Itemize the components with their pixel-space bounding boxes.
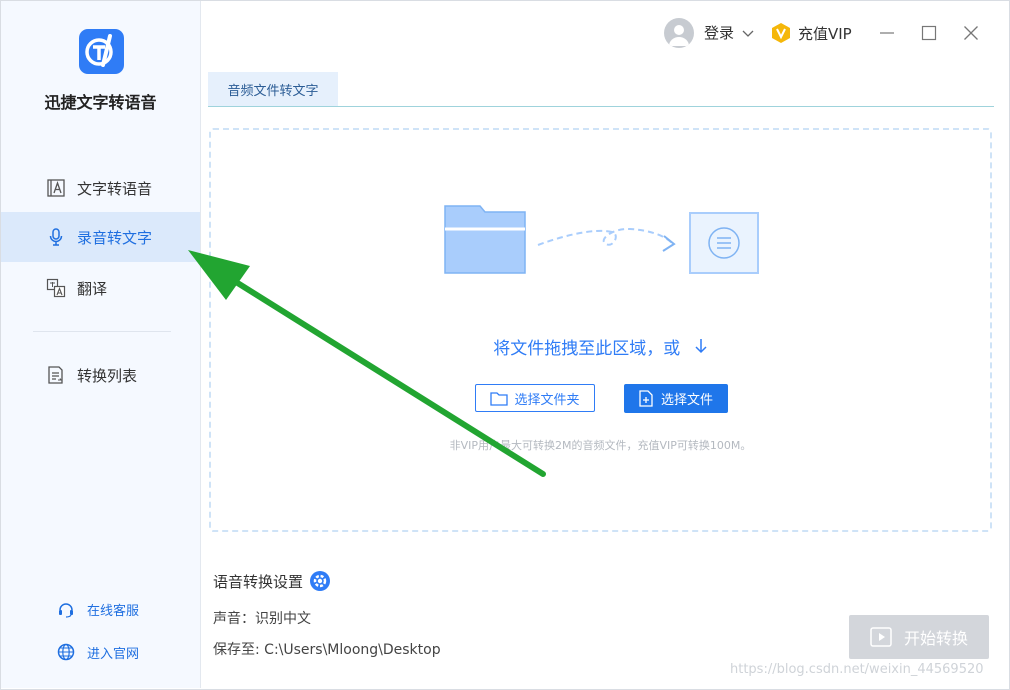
settings-title-text: 语音转换设置 (213, 572, 304, 591)
microphone-icon (45, 226, 67, 248)
translate-icon (45, 277, 67, 299)
sidebar-item-label: 翻译 (77, 279, 108, 298)
gear-icon[interactable] (309, 570, 331, 592)
official-site-link[interactable]: 进入官网 (55, 641, 139, 663)
sidebar: 迅捷文字转语音 文字转语音 录音转文字 翻译 转换列表 在线客服 进入官网 (1, 1, 201, 688)
settings-title: 语音转换设置 (213, 570, 331, 592)
sidebar-divider (33, 331, 171, 332)
headset-icon (55, 598, 77, 620)
start-conversion-label: 开始转换 (903, 629, 968, 648)
drop-instruction-text: 将文件拖拽至此区域，或 (493, 339, 681, 359)
globe-icon (55, 641, 77, 663)
folder-icon (490, 391, 509, 406)
sidebar-item-translate[interactable]: 翻译 (1, 263, 200, 313)
arrow-down-icon (694, 339, 708, 359)
watermark: https://blog.csdn.net/weixin_44569520 (730, 662, 984, 677)
list-icon (45, 364, 67, 386)
start-conversion-button[interactable]: 开始转换 (849, 615, 989, 659)
official-site-label: 进入官网 (87, 646, 140, 662)
app-logo (79, 29, 124, 74)
online-support-link[interactable]: 在线客服 (55, 598, 139, 620)
sidebar-item-speech-to-text[interactable]: 录音转文字 (1, 212, 200, 262)
select-file-button[interactable]: 选择文件 (624, 384, 728, 413)
online-support-label: 在线客服 (87, 603, 140, 619)
sidebar-item-conversion-list[interactable]: 转换列表 (1, 350, 200, 400)
sidebar-item-text-to-speech[interactable]: 文字转语音 (1, 163, 200, 213)
sidebar-item-label: 录音转文字 (77, 228, 153, 247)
drop-instruction: 将文件拖拽至此区域，或 (209, 334, 992, 359)
text-to-speech-icon (45, 177, 67, 199)
add-file-icon (639, 390, 653, 407)
select-file-label: 选择文件 (660, 393, 713, 408)
save-path-setting[interactable]: 保存至: C:\Users\Mloong\Desktop (213, 639, 441, 659)
select-folder-label: 选择文件夹 (514, 392, 580, 408)
play-icon (870, 627, 892, 647)
sidebar-item-label: 文字转语音 (77, 179, 153, 198)
app-title: 迅捷文字转语音 (44, 93, 157, 112)
size-limit-hint: 非VIP用户最大可转换2M的音频文件，充值VIP可转换100M。 (449, 439, 752, 452)
voice-setting: 声音：识别中文 (213, 611, 311, 627)
sidebar-item-label: 转换列表 (77, 366, 138, 385)
select-folder-button[interactable]: 选择文件夹 (475, 384, 595, 412)
